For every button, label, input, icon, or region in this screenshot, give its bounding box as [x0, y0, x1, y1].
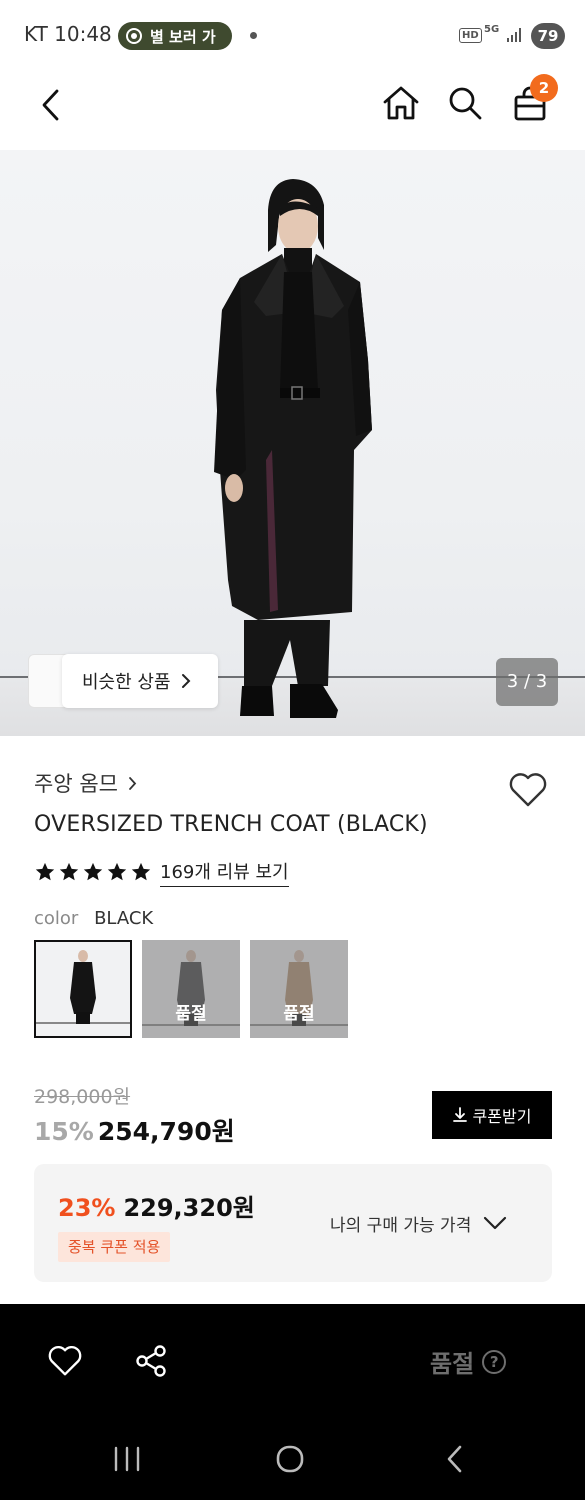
- rating-row: 169개 리뷰 보기: [34, 858, 289, 887]
- star-icon: [35, 862, 55, 881]
- home-button[interactable]: [378, 80, 424, 126]
- home-icon: [383, 86, 419, 120]
- rating-stars: [34, 861, 152, 883]
- similar-products-label: 비슷한 상품: [82, 672, 171, 693]
- notification-dot-icon: [250, 32, 257, 39]
- original-price: 298,000원: [34, 1086, 131, 1108]
- soldout-status: 품절 ?: [430, 1344, 507, 1379]
- heart-icon: [48, 1346, 82, 1376]
- signal-icon: [507, 28, 523, 42]
- app-header: 2: [0, 72, 585, 150]
- benefit-discount-rate: 23%: [58, 1194, 116, 1222]
- star-icon: [131, 862, 151, 881]
- color-swatch-charcoal[interactable]: 품절: [142, 940, 240, 1038]
- color-selector-label: color BLACK: [34, 908, 153, 929]
- benefit-price: 229,320원: [123, 1194, 255, 1222]
- help-icon[interactable]: ?: [482, 1349, 507, 1374]
- duplicate-coupon-tag: 중복 쿠폰 적용: [58, 1232, 171, 1262]
- hd-voice-icon: HD: [459, 28, 482, 43]
- model-photo: [214, 179, 372, 718]
- download-icon: [452, 1107, 467, 1122]
- color-swatch-beige[interactable]: 품절: [250, 940, 348, 1038]
- heart-icon: [509, 773, 547, 807]
- search-button[interactable]: [442, 80, 488, 126]
- system-back-button[interactable]: [432, 1436, 478, 1482]
- brand-name: 주앙 옴므: [34, 772, 118, 796]
- get-coupon-button[interactable]: 쿠폰받기: [432, 1091, 552, 1139]
- home-circle-icon: [276, 1445, 304, 1473]
- product-name: OVERSIZED TRENCH COAT (BLACK): [34, 812, 428, 837]
- back-button[interactable]: [28, 82, 74, 128]
- status-bar: KT 10:48 별 보러 가 HD 5G 79: [0, 0, 585, 72]
- bottom-action-bar: 품절 ?: [0, 1304, 585, 1420]
- battery-icon: 79: [531, 23, 565, 49]
- soldout-label: 품절: [430, 1350, 475, 1378]
- sale-price-row: 15% 254,790원: [34, 1112, 235, 1148]
- back-arrow-icon: [447, 1445, 462, 1473]
- benefit-price-row: 23% 229,320원: [58, 1188, 255, 1223]
- share-button[interactable]: [126, 1336, 176, 1386]
- search-icon: [449, 87, 482, 120]
- product-image-gallery[interactable]: 비슷한 상품 3 / 3: [0, 150, 585, 736]
- coupon-button-label: 쿠폰받기: [472, 1107, 532, 1126]
- image-counter: 3 / 3: [496, 658, 558, 706]
- network-5g-icon: 5G: [484, 24, 500, 35]
- star-icon: [107, 862, 127, 881]
- similar-products-button[interactable]: 비슷한 상품: [62, 654, 218, 708]
- discount-rate: 15%: [34, 1117, 94, 1146]
- my-price-label: 나의 구매 가능 가격: [330, 1215, 472, 1236]
- color-swatch-black[interactable]: [34, 940, 132, 1038]
- record-icon: [126, 28, 142, 44]
- chevron-right-icon: [181, 674, 190, 688]
- benefit-price-box: 23% 229,320원 중복 쿠폰 적용 나의 구매 가능 가격: [34, 1164, 552, 1282]
- my-price-toggle[interactable]: 나의 구매 가능 가격: [330, 1206, 507, 1240]
- chevron-down-icon: [484, 1216, 507, 1230]
- cart-count-badge: 2: [530, 74, 558, 102]
- system-navigation-bar: [0, 1420, 585, 1500]
- like-button[interactable]: [40, 1336, 90, 1386]
- star-icon: [83, 862, 103, 881]
- wishlist-button[interactable]: [504, 766, 552, 814]
- review-link[interactable]: 169개 리뷰 보기: [160, 858, 289, 887]
- recent-apps-icon: [114, 1446, 140, 1472]
- chevron-right-icon: [129, 776, 137, 790]
- soldout-overlay: 품절: [250, 940, 348, 1038]
- soldout-overlay: 품절: [142, 940, 240, 1038]
- chevron-left-icon: [42, 89, 59, 121]
- star-icon: [59, 862, 79, 881]
- system-home-button[interactable]: [266, 1436, 314, 1482]
- color-value: BLACK: [94, 908, 154, 929]
- pill-label: 별 보러 가: [150, 27, 216, 46]
- live-activity-pill[interactable]: 별 보러 가: [118, 22, 232, 50]
- brand-link[interactable]: 주앙 옴므: [34, 768, 137, 798]
- swatch-photo: [36, 942, 130, 1036]
- recent-apps-button[interactable]: [104, 1436, 150, 1482]
- color-label: color: [34, 908, 79, 929]
- share-icon: [136, 1345, 166, 1377]
- status-time: KT 10:48: [24, 22, 112, 46]
- sale-price: 254,790원: [97, 1117, 235, 1146]
